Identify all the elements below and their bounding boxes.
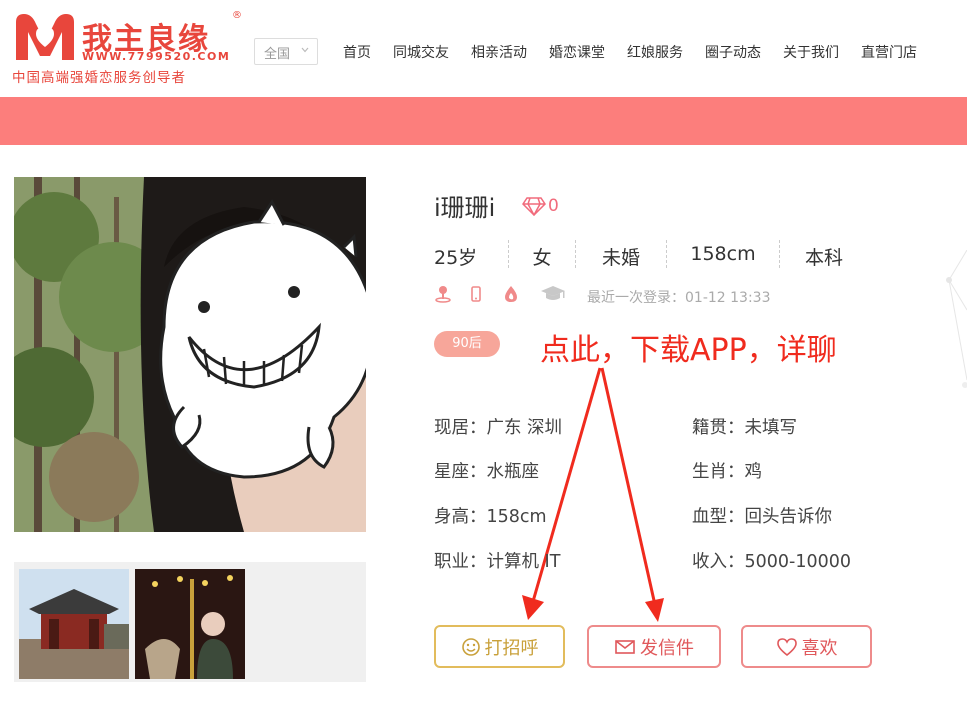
diamond-count: 0 [548,196,559,216]
brand-slogan: 中国高端强婚恋服务创导者 [12,70,186,86]
nav-local-dating[interactable]: 同城交友 [393,42,449,62]
region-label: 全国 [264,47,291,62]
graduation-cap-icon[interactable] [540,285,566,303]
diamond-icon [522,197,546,216]
nav-events[interactable]: 相亲活动 [471,42,527,62]
stat-age: 25岁 [434,247,478,269]
mail-icon [615,639,635,654]
chevron-down-icon [301,47,309,53]
stat-height: 158cm [690,243,756,265]
like-label: 喜欢 [801,637,838,659]
heart-icon [776,637,797,656]
carousel-photo [135,569,245,679]
send-letter-button[interactable]: 发信件 [587,625,721,668]
nav-about[interactable]: 关于我们 [783,42,839,62]
nav-matchmaker[interactable]: 红娘服务 [627,42,683,62]
logo-heart-mark-icon [16,14,74,60]
smile-icon [461,637,480,656]
nav-stores[interactable]: 直营门店 [861,42,917,62]
say-hello-label: 打招呼 [484,637,539,659]
last-login-time: 最近一次登录：01-12 13:33 [587,290,771,306]
info-zodiac: 星座：水瓶座 [434,462,539,482]
annotation-arrows [522,367,664,622]
stat-marital: 未婚 [601,247,640,269]
phone-icon[interactable] [467,285,485,303]
info-chinese-zodiac: 生肖：鸡 [692,462,762,482]
banner-scallop-edge [0,131,967,147]
site-logo[interactable]: 我主良缘 ® WWW.7799520.COM 中国高端强婚恋服务创导者 [12,10,244,86]
main-nav: 首页 同城交友 相亲活动 婚恋课堂 红娘服务 圈子动态 关于我们 直营门店 [343,42,939,62]
stat-education: 本科 [804,247,843,269]
info-income: 收入：5000-10000 [692,552,852,572]
info-height: 身高：158cm [434,507,547,527]
info-occupation: 职业：计算机 IT [434,552,561,572]
info-hometown: 籍贯：未填写 [692,418,797,438]
brand-url: WWW.7799520.COM [82,50,231,63]
nav-classroom[interactable]: 婚恋课堂 [549,42,605,62]
info-residence: 现居：广东 深圳 [434,418,563,438]
registered-mark: ® [232,10,242,21]
info-blood-type: 血型：回头告诉你 [692,507,832,527]
like-button[interactable]: 喜欢 [741,625,872,668]
say-hello-button[interactable]: 打招呼 [434,625,565,668]
photo-illustration [14,177,366,532]
thumbnail-2[interactable] [135,569,245,679]
region-select[interactable]: 全国 [254,38,318,65]
nav-circles[interactable]: 圈子动态 [705,42,761,62]
profile-stats: 25岁 女 未婚 158cm 本科 [434,240,868,270]
age-group-tag: 90后 [434,331,500,357]
stat-gender: 女 [532,247,552,269]
send-letter-label: 发信件 [640,637,694,659]
thumbnail-1[interactable] [19,569,129,679]
nav-home[interactable]: 首页 [343,42,371,62]
profile-main-photo[interactable] [14,177,366,532]
photo-thumbnails [14,562,366,682]
location-icon[interactable] [434,285,452,303]
decorative-network-lines [946,250,967,388]
drop-icon[interactable] [502,285,520,303]
profile-name: i珊珊i [434,194,496,222]
site-header: 我主良缘 ® WWW.7799520.COM 中国高端强婚恋服务创导者 全国 首… [0,0,967,97]
pavilion-photo [19,569,129,679]
